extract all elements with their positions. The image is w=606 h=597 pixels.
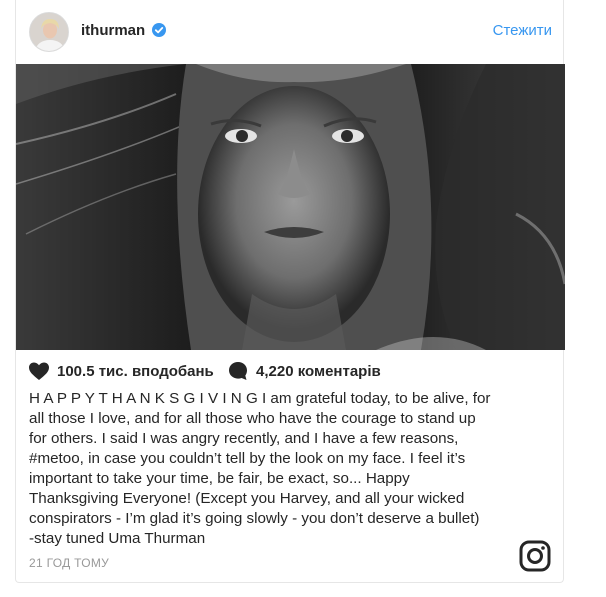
likes-count[interactable]: 100.5 тис. вподобань [57, 363, 214, 380]
post-caption: H A P P Y T H A N K S G I V I N G I am g… [29, 390, 491, 547]
username[interactable]: ithurman [81, 22, 145, 39]
comment-bubble-icon[interactable] [228, 361, 248, 381]
post-actions: 100.5 тис. вподобань 4,220 коментарів [16, 360, 565, 384]
post-photo[interactable] [16, 64, 565, 350]
comments-count[interactable]: 4,220 коментарів [256, 363, 381, 380]
instagram-post-card: ithurman Стежити 100.5 тис. вподобань 4,… [15, 0, 565, 583]
heart-icon[interactable] [29, 362, 49, 381]
post-header: ithurman Стежити [16, 0, 565, 64]
post-timestamp: 21 ГОД ТОМУ [29, 556, 110, 570]
instagram-glyph-icon[interactable] [519, 540, 551, 572]
follow-button[interactable]: Стежити [493, 22, 552, 39]
avatar[interactable] [29, 12, 69, 52]
verified-badge-icon [152, 23, 166, 37]
